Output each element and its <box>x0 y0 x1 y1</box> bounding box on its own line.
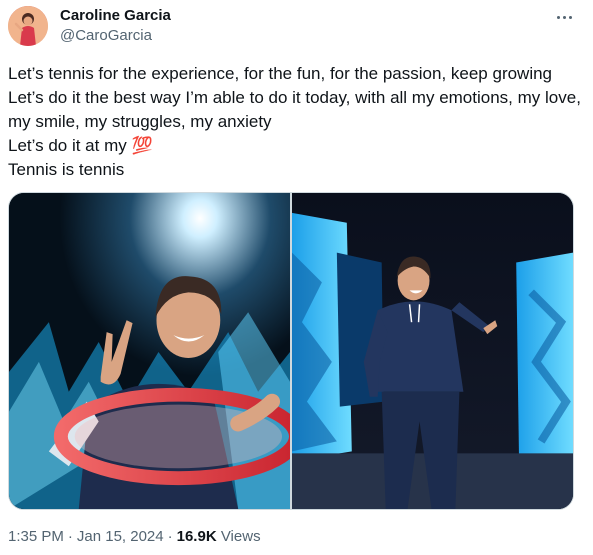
tweet-meta: 1:35 PM · Jan 15, 2024 · 16.9K Views <box>8 527 261 547</box>
more-dot <box>556 15 560 19</box>
author-handle[interactable]: @CaroGarcia <box>60 27 152 45</box>
meta-separator: · <box>167 528 173 545</box>
author-name[interactable]: Caroline Garcia <box>60 7 171 25</box>
tweet-date[interactable]: Jan 15, 2024 <box>77 528 164 545</box>
views-count: 16.9K <box>176 528 217 545</box>
media-photo-1[interactable] <box>9 193 290 509</box>
avatar-image <box>8 6 48 46</box>
photo-player-peace-sign-racket <box>9 193 290 509</box>
tweet-line: Let’s do it at my 💯 <box>8 136 153 155</box>
tweet-line: Let’s tennis for the experience, for the… <box>8 64 553 83</box>
tweet-line: Let’s do it the best way I’m able to do … <box>8 88 581 131</box>
media-photo-2[interactable] <box>292 193 573 509</box>
tweet-media <box>8 192 574 510</box>
more-dot <box>562 15 566 19</box>
meta-separator: · <box>67 528 73 545</box>
tweet-card: Caroline Garcia @CaroGarcia Let’s tennis… <box>0 0 593 555</box>
author-avatar[interactable] <box>8 6 48 46</box>
tweet-line: Tennis is tennis <box>8 160 125 179</box>
photo-player-walking-on-stage <box>292 193 573 509</box>
views-label: Views <box>220 528 261 545</box>
tweet-time[interactable]: 1:35 PM <box>8 528 64 545</box>
more-options-icon[interactable] <box>553 7 575 27</box>
tweet-text: Let’s tennis for the experience, for the… <box>8 62 583 182</box>
more-dot <box>568 15 572 19</box>
